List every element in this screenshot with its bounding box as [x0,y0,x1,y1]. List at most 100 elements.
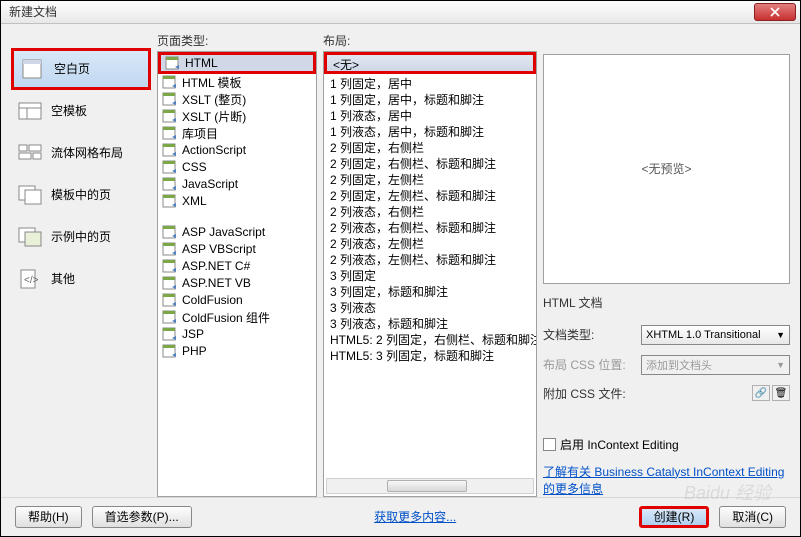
file-type-icon [162,126,178,140]
file-type-icon [165,56,181,70]
chevron-down-icon: ▼ [776,360,785,370]
sidebar-item-page-from-sample[interactable]: 示例中的页 [11,216,151,258]
layout-item[interactable]: 3 列液态 [324,298,536,314]
page-type-item[interactable]: 库项目 [158,125,316,142]
layout-item[interactable]: HTML5: 3 列固定，标题和脚注 [324,346,536,362]
file-type-icon [162,310,178,324]
preferences-button[interactable]: 首选参数(P)... [92,506,192,528]
page-type-label: HTML [185,56,218,70]
page-type-item[interactable]: ColdFusion [158,292,316,309]
file-type-icon [162,327,178,341]
page-type-item[interactable]: CSS [158,159,316,176]
layout-item[interactable]: 3 列固定，标题和脚注 [324,282,536,298]
page-types-label: 页面类型: [157,32,317,49]
layout-item[interactable]: 2 列液态，右侧栏 [324,202,536,218]
layout-item[interactable]: 2 列液态，右侧栏、标题和脚注 [324,218,536,234]
layout-item[interactable]: 2 列液态，左侧栏、标题和脚注 [324,250,536,266]
scrollbar-horizontal[interactable] [326,478,534,494]
layout-item[interactable]: 1 列液态，居中 [324,106,536,122]
right-panel: <无预览> HTML 文档 文档类型: XHTML 1.0 Transition… [543,32,790,497]
layout-item[interactable]: 2 列固定，左侧栏、标题和脚注 [324,186,536,202]
sidebar-item-blank-page[interactable]: 空白页 [11,48,151,90]
page-type-item[interactable]: PHP [158,343,316,360]
get-more-content-link[interactable]: 获取更多内容... [374,508,456,525]
page-type-item[interactable]: JavaScript [158,176,316,193]
link-icon: 🔗 [755,388,767,399]
layout-css-row: 布局 CSS 位置: 添加到文档头 ▼ [543,355,790,375]
layout-item[interactable]: 1 列固定，居中 [324,74,536,90]
page-type-label: ColdFusion 组件 [182,309,270,326]
cancel-button[interactable]: 取消(C) [719,506,786,528]
layout-item[interactable]: 1 列液态，居中，标题和脚注 [324,122,536,138]
layout-item[interactable]: 1 列固定，居中，标题和脚注 [324,90,536,106]
page-type-item[interactable]: ActionScript [158,142,316,159]
page-type-label: XML [182,194,207,208]
page-type-item[interactable]: XML [158,193,316,210]
page-type-label: PHP [182,344,207,358]
page-from-template-icon [17,184,43,206]
file-type-icon [162,160,178,174]
svg-text:</>: </> [24,275,39,286]
file-type-icon [162,75,178,89]
layouts-list[interactable]: <无>1 列固定，居中1 列固定，居中，标题和脚注1 列液态，居中1 列液态，居… [323,51,537,497]
page-type-item[interactable]: JSP [158,326,316,343]
page-type-item[interactable]: XSLT (整页) [158,91,316,108]
sidebar-item-label: 模板中的页 [51,186,111,203]
page-type-label: ActionScript [182,143,246,157]
file-type-icon [162,276,178,290]
layout-item[interactable]: 2 列固定，右侧栏 [324,138,536,154]
page-types-list[interactable]: HTML HTML 模板XSLT (整页)XSLT (片断)库项目ActionSc… [157,51,317,497]
layout-item[interactable]: <无> [324,52,536,74]
trash-icon: 🗑 [775,388,788,399]
page-type-label: HTML 模板 [182,74,242,91]
sidebar-item-fluid-grid[interactable]: 流体网格布局 [11,132,151,174]
layout-item[interactable]: HTML5: 2 列固定，右侧栏、标题和脚注 [324,330,536,346]
layout-css-select: 添加到文档头 ▼ [641,355,790,375]
layout-item[interactable]: 2 列固定，右侧栏、标题和脚注 [324,154,536,170]
page-type-label: ASP VBScript [182,242,256,256]
layout-css-value: 添加到文档头 [646,357,712,373]
page-type-item[interactable]: ASP.NET C# [158,258,316,275]
scrollbar-thumb[interactable] [387,480,467,492]
incontext-checkbox[interactable] [543,438,556,451]
layouts-column: 布局: <无>1 列固定，居中1 列固定，居中，标题和脚注1 列液态，居中1 列… [323,32,537,497]
page-type-item[interactable]: XSLT (片断) [158,108,316,125]
dialog-content: 空白页空模板流体网格布局模板中的页示例中的页</>其他 页面类型: HTMLHT… [1,24,800,497]
layout-item[interactable]: 3 列固定 [324,266,536,282]
file-type-icon [162,177,178,191]
dialog-footer: 帮助(H) 首选参数(P)... 获取更多内容... 创建(R) 取消(C) [1,497,800,536]
file-type-icon [162,293,178,307]
sidebar-item-blank-template[interactable]: 空模板 [11,90,151,132]
titlebar: 新建文档 [1,1,800,24]
doctype-select[interactable]: XHTML 1.0 Transitional ▼ [641,325,790,345]
sidebar-item-other[interactable]: </>其他 [11,258,151,300]
page-type-item[interactable]: ASP JavaScript [158,224,316,241]
page-type-label: XSLT (整页) [182,91,246,108]
file-type-icon [162,225,178,239]
help-button[interactable]: 帮助(H) [15,506,82,528]
incontext-row: 启用 InContext Editing [543,436,790,453]
create-button[interactable]: 创建(R) [639,506,710,528]
close-button[interactable] [754,3,796,21]
preview-box: <无预览> [543,54,790,284]
sidebar: 空白页空模板流体网格布局模板中的页示例中的页</>其他 [11,32,151,497]
sidebar-item-label: 空白页 [54,60,90,77]
other-icon: </> [17,268,43,290]
file-type-icon [162,344,178,358]
doctype-label: 文档类型: [543,326,635,343]
layout-item[interactable]: 2 列固定，左侧栏 [324,170,536,186]
page-type-item[interactable]: ASP VBScript [158,241,316,258]
incontext-learn-more-link[interactable]: 了解有关 Business Catalyst InContext Editing… [543,463,790,497]
attach-css-link-button[interactable]: 🔗 [752,385,770,401]
page-type-item[interactable]: ColdFusion 组件 [158,309,316,326]
page-type-item[interactable]: HTML [158,52,316,74]
page-type-item[interactable]: HTML 模板 [158,74,316,91]
blank-page-icon [20,58,46,80]
attach-css-remove-button[interactable]: 🗑 [772,385,790,401]
page-type-item[interactable]: ASP.NET VB [158,275,316,292]
layout-item[interactable]: 2 列液态，左侧栏 [324,234,536,250]
page-from-sample-icon [17,226,43,248]
sidebar-item-page-from-template[interactable]: 模板中的页 [11,174,151,216]
layout-item[interactable]: 3 列液态，标题和脚注 [324,314,536,330]
page-type-label: ASP JavaScript [182,225,265,239]
